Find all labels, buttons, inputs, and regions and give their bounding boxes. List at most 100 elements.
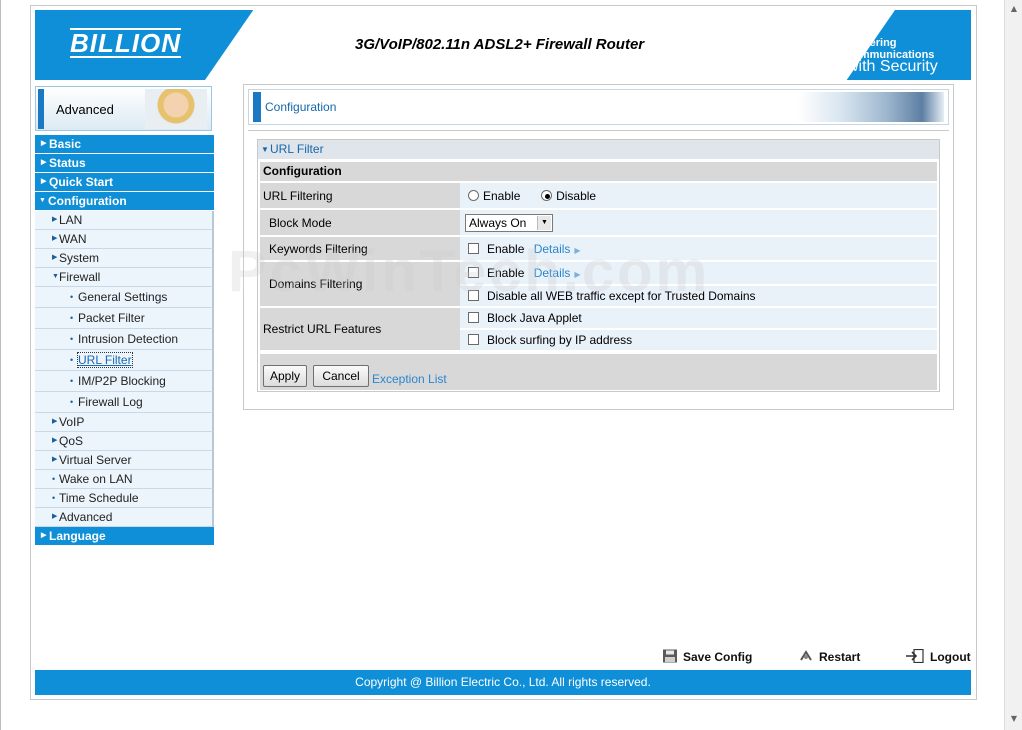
block-mode-select[interactable]: Always On ▼ (465, 213, 553, 232)
keywords-filtering-label: Keywords Filtering (260, 237, 460, 260)
domains-details-link[interactable]: Details ▶ (534, 266, 581, 280)
arrow-right-icon: ▶ (574, 270, 581, 279)
trusted-domains-checkbox[interactable] (468, 290, 479, 301)
block-mode-label: Block Mode (260, 210, 460, 235)
sidebar-item-voip[interactable]: ▶ VoIP (35, 413, 214, 432)
arrow-right-icon: ▶ (52, 456, 58, 463)
sidebar-nav: ▶ Basic ▶ Status ▶ Quick Start ▼ Configurati… (35, 135, 214, 546)
domains-enable-checkbox[interactable] (468, 267, 479, 278)
cancel-button[interactable]: Cancel (313, 365, 369, 387)
bullet-icon: • (70, 355, 74, 365)
enable-radio-label: Enable (483, 188, 521, 203)
chevron-down-icon: ▼ (537, 215, 551, 230)
arrow-down-icon: ▼ (52, 273, 59, 280)
block-ip-checkbox[interactable] (468, 334, 479, 345)
arrow-down-icon: ▼ (261, 145, 269, 154)
scroll-up-icon[interactable]: ▲ (1007, 2, 1021, 16)
billion-logo: BILLION (70, 28, 181, 58)
config-table: URL Filtering Enable Disable Block Mode … (260, 181, 937, 352)
sidebar-item-advanced[interactable]: ▶ Advanced (35, 508, 214, 527)
sidebar-item-system[interactable]: ▶ System (35, 249, 214, 268)
bullet-icon: • (52, 493, 56, 503)
sub-header: Configuration (260, 162, 937, 181)
sidebar-item-general-settings[interactable]: • General Settings (35, 287, 214, 308)
sidebar-item-time-schedule[interactable]: • Time Schedule (35, 489, 214, 508)
arrow-right-icon: ▶ (52, 235, 58, 242)
sidebar-item-firewall[interactable]: ▼ Firewall (35, 268, 214, 287)
scroll-down-icon[interactable]: ▼ (1007, 712, 1021, 726)
logout-button[interactable]: Logout (905, 648, 971, 666)
page-title: Configuration (265, 100, 337, 114)
bullet-icon: • (70, 376, 74, 386)
sidebar-item-wake-on-lan[interactable]: • Wake on LAN (35, 470, 214, 489)
sidebar-item-configuration[interactable]: ▼ Configuration (35, 192, 214, 211)
button-row: Apply Cancel Exception List (260, 354, 937, 390)
header-banner: BILLION 3G/VoIP/802.11n ADSL2+ Firewall … (35, 10, 971, 80)
domains-filtering-value: Enable Details ▶ (460, 262, 937, 284)
restart-icon (798, 649, 814, 663)
arrow-down-icon: ▼ (39, 197, 46, 204)
url-filtering-label: URL Filtering (260, 183, 460, 208)
trusted-domains-value: Disable all WEB traffic except for Trust… (460, 286, 937, 306)
bullet-icon: • (70, 292, 74, 302)
block-java-checkbox[interactable] (468, 312, 479, 323)
vertical-scrollbar[interactable]: ▲ ▼ (1004, 0, 1022, 730)
keywords-filtering-value: Enable Details ▶ (460, 237, 937, 260)
section-title: URL Filter (270, 142, 324, 156)
sidebar-item-packet-filter[interactable]: • Packet Filter (35, 308, 214, 329)
logout-icon (905, 648, 925, 664)
domains-filtering-label: Domains Filtering (260, 262, 460, 306)
product-title: 3G/VoIP/802.11n ADSL2+ Firewall Router (355, 36, 645, 53)
sidebar-item-im-p2p-blocking[interactable]: • IM/P2P Blocking (35, 371, 214, 392)
bullet-icon: • (52, 474, 56, 484)
restart-button[interactable]: Restart (798, 648, 860, 666)
main-panel: Configuration ▼ URL Filter Configuration… (243, 84, 954, 410)
sidebar-item-firewall-log[interactable]: • Firewall Log (35, 392, 214, 413)
sidebar-item-intrusion-detection[interactable]: • Intrusion Detection (35, 329, 214, 350)
block-mode-value: Always On ▼ (460, 210, 937, 235)
sidebar-item-basic[interactable]: ▶ Basic (35, 135, 214, 154)
sidebar-item-quick-start[interactable]: ▶ Quick Start (35, 173, 214, 192)
exception-list-link[interactable]: Exception List (372, 372, 447, 386)
sidebar-item-wan[interactable]: ▶ WAN (35, 230, 214, 249)
keywords-enable-checkbox[interactable] (468, 242, 479, 254)
arrow-right-icon: ▶ (52, 418, 58, 425)
arrow-right-icon: ▶ (52, 437, 58, 444)
sidebar-item-lan[interactable]: ▶ LAN (35, 211, 214, 230)
floppy-disk-icon (662, 649, 678, 663)
url-filter-section: ▼ URL Filter Configuration URL Filtering… (257, 139, 940, 392)
sidebar-item-language[interactable]: ▶ Language (35, 527, 214, 546)
section-header[interactable]: ▼ URL Filter (258, 140, 939, 159)
arrow-right-icon: ▶ (574, 245, 581, 255)
apply-button[interactable]: Apply (263, 365, 307, 387)
banner-photo (145, 89, 207, 129)
sidebar-item-virtual-server[interactable]: ▶ Virtual Server (35, 451, 214, 470)
tagline: Powering communications with Security (847, 37, 971, 75)
keywords-details-link[interactable]: Details ▶ (534, 242, 581, 256)
block-java-value: Block Java Applet (460, 308, 937, 328)
arrow-right-icon: ▶ (41, 159, 47, 166)
tagline-line2: with Security (847, 58, 938, 75)
advanced-banner: Advanced (35, 86, 212, 131)
url-filtering-value: Enable Disable (460, 183, 937, 208)
bullet-icon: • (70, 397, 74, 407)
footer-copyright: Copyright @ Billion Electric Co., Ltd. A… (35, 670, 971, 695)
enable-radio[interactable] (468, 189, 479, 201)
arrow-right-icon: ▶ (41, 178, 47, 185)
sidebar-item-qos[interactable]: ▶ QoS (35, 432, 214, 451)
arrow-right-icon: ▶ (52, 216, 58, 223)
arrow-right-icon: ▶ (52, 254, 58, 261)
arrow-right-icon: ▶ (41, 532, 47, 539)
sidebar-item-url-filter[interactable]: • URL Filter (35, 350, 214, 371)
disable-radio-label: Disable (556, 188, 597, 203)
header-picture (798, 92, 944, 122)
panel-header: Configuration (248, 89, 949, 125)
banner-label: Advanced (56, 102, 114, 117)
disable-radio[interactable] (541, 189, 553, 201)
block-ip-value: Block surfing by IP address (460, 330, 937, 350)
bullet-icon: • (70, 334, 74, 344)
save-config-button[interactable]: Save Config (662, 648, 752, 666)
sidebar-item-status[interactable]: ▶ Status (35, 154, 214, 173)
restrict-url-label: Restrict URL Features (260, 308, 460, 350)
bullet-icon: • (70, 313, 74, 323)
